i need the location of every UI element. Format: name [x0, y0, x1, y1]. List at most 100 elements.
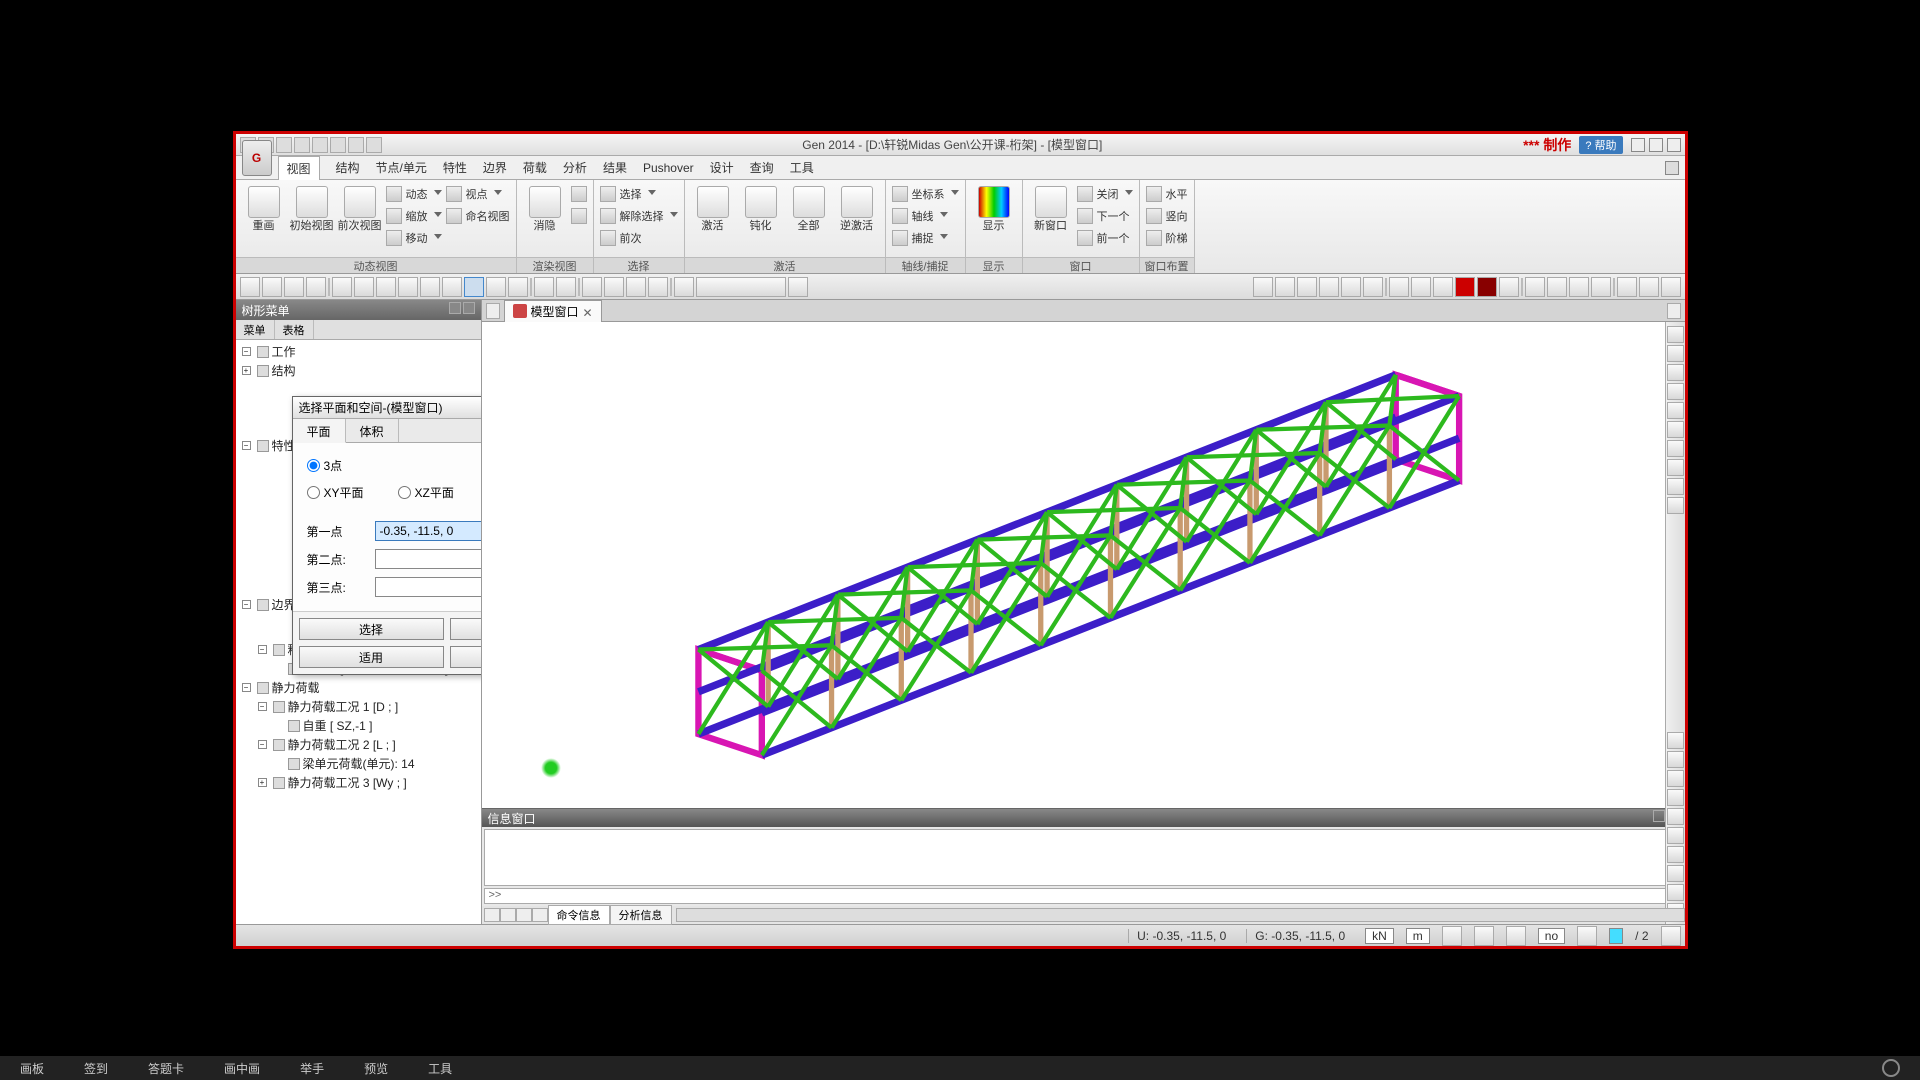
- tool-button[interactable]: [1253, 277, 1273, 297]
- tab-analysis-info[interactable]: 分析信息: [610, 905, 672, 925]
- nav-pip[interactable]: 画中画: [224, 1060, 260, 1077]
- status-button[interactable]: [1506, 926, 1526, 946]
- tree-item[interactable]: −工作: [238, 342, 479, 361]
- radio-xy[interactable]: XY平面: [307, 484, 364, 501]
- vtool-button[interactable]: [1667, 402, 1684, 419]
- vtool-button[interactable]: [1667, 383, 1684, 400]
- nav-quiz[interactable]: 答题卡: [148, 1060, 184, 1077]
- viewpoint-button[interactable]: 视点: [446, 184, 510, 204]
- tool-button[interactable]: [1499, 277, 1519, 297]
- tool-button[interactable]: [354, 277, 374, 297]
- redo-button[interactable]: [284, 277, 304, 297]
- prev-window-button[interactable]: 前一个: [1077, 228, 1133, 248]
- tree-item[interactable]: 梁单元荷载(单元): 14: [238, 754, 479, 773]
- tab-menu[interactable]: 菜单: [236, 320, 275, 339]
- tab-nav-left[interactable]: [486, 303, 500, 319]
- power-icon[interactable]: [1882, 1059, 1900, 1077]
- tool-button[interactable]: [442, 277, 462, 297]
- vtool-button[interactable]: [1667, 808, 1684, 825]
- tool-button[interactable]: [486, 277, 506, 297]
- combo-input[interactable]: [696, 277, 786, 297]
- snap-select[interactable]: no: [1538, 928, 1565, 944]
- scrollbar[interactable]: [676, 908, 1685, 922]
- model-viewport[interactable]: [482, 322, 1685, 808]
- page-input[interactable]: [1609, 928, 1623, 944]
- tool-button[interactable]: [604, 277, 624, 297]
- tool-button[interactable]: [674, 277, 694, 297]
- select-button[interactable]: 选择: [299, 618, 444, 640]
- tree-item[interactable]: 自重 [ SZ,-1 ]: [238, 716, 479, 735]
- apply-button[interactable]: 适用: [299, 646, 444, 668]
- tool-button[interactable]: [1617, 277, 1637, 297]
- tool-button[interactable]: [464, 277, 484, 297]
- named-view-button[interactable]: 命名视图: [446, 206, 510, 226]
- vtool-button[interactable]: [1667, 846, 1684, 863]
- nav-canvas[interactable]: 画板: [20, 1060, 44, 1077]
- tile-h-button[interactable]: 水平: [1146, 184, 1188, 204]
- nav-checkin[interactable]: 签到: [84, 1060, 108, 1077]
- tool-button[interactable]: [376, 277, 396, 297]
- activate-all-button[interactable]: 全部: [787, 182, 831, 232]
- inverse-activate-button[interactable]: 逆激活: [835, 182, 879, 232]
- point1-input[interactable]: [375, 521, 481, 541]
- undo-button[interactable]: [240, 277, 260, 297]
- menu-view[interactable]: 视图: [278, 156, 320, 180]
- document-tab[interactable]: 模型窗口 ✕: [504, 300, 602, 322]
- vtool-button[interactable]: [1667, 459, 1684, 476]
- tool-button[interactable]: [582, 277, 602, 297]
- menu-query[interactable]: 查询: [750, 159, 774, 176]
- tool-button[interactable]: [788, 277, 808, 297]
- qat-btn[interactable]: [312, 137, 328, 153]
- tool-button[interactable]: [1411, 277, 1431, 297]
- nav-tools[interactable]: 工具: [428, 1060, 452, 1077]
- menu-results[interactable]: 结果: [603, 159, 627, 176]
- vtool-button[interactable]: [1667, 497, 1684, 514]
- tree-view[interactable]: −工作 +结构 −特性 −边界 −释放梁端约束: 58 类型 1 [ 00001…: [236, 340, 481, 924]
- vtool-button[interactable]: [1667, 478, 1684, 495]
- tool-button[interactable]: [1639, 277, 1659, 297]
- status-button[interactable]: [1661, 926, 1681, 946]
- tool-button[interactable]: [1297, 277, 1317, 297]
- menu-pushover[interactable]: Pushover: [643, 161, 694, 175]
- pin-icon[interactable]: [1653, 810, 1665, 822]
- snap-button[interactable]: 捕捉: [892, 228, 959, 248]
- tree-item[interactable]: −静力荷载工况 1 [D ; ]: [238, 697, 479, 716]
- vtool-button[interactable]: [1667, 364, 1684, 381]
- vtool-button[interactable]: [1667, 865, 1684, 882]
- command-prompt[interactable]: >>: [484, 888, 1683, 904]
- tree-item[interactable]: −静力荷载工况 2 [L ; ]: [238, 735, 479, 754]
- nav-preview[interactable]: 预览: [364, 1060, 388, 1077]
- menu-tools[interactable]: 工具: [790, 159, 814, 176]
- close-window-button[interactable]: 关闭: [1077, 184, 1133, 204]
- tree-item[interactable]: +结构: [238, 361, 479, 380]
- lock-icon[interactable]: [1661, 277, 1681, 297]
- qat-dropdown[interactable]: [366, 137, 382, 153]
- vtool-button[interactable]: [1667, 421, 1684, 438]
- help-button[interactable]: ? 帮助: [1579, 136, 1622, 154]
- tool-button[interactable]: [332, 277, 352, 297]
- move-button[interactable]: 移动: [386, 228, 442, 248]
- vtool-button[interactable]: [1667, 770, 1684, 787]
- menu-load[interactable]: 荷载: [523, 159, 547, 176]
- menu-boundary[interactable]: 边界: [483, 159, 507, 176]
- tab-nav-last[interactable]: [532, 908, 548, 922]
- radio-xz[interactable]: XZ平面: [398, 484, 454, 501]
- grid-button[interactable]: 轴线: [892, 206, 959, 226]
- radio-3pt[interactable]: [307, 459, 320, 472]
- tool-button[interactable]: [1341, 277, 1361, 297]
- tab-nav-first[interactable]: [484, 908, 500, 922]
- tab-table[interactable]: 表格: [275, 320, 314, 339]
- tool-button[interactable]: [1591, 277, 1611, 297]
- cascade-button[interactable]: 阶梯: [1146, 228, 1188, 248]
- close-panel-icon[interactable]: [463, 302, 475, 314]
- dynamic-button[interactable]: 动态: [386, 184, 442, 204]
- vtool-button[interactable]: [1667, 751, 1684, 768]
- unit-length-select[interactable]: m: [1406, 928, 1430, 944]
- message-output[interactable]: [484, 829, 1683, 886]
- close-tab-icon[interactable]: ✕: [583, 306, 593, 316]
- qat-btn[interactable]: [348, 137, 364, 153]
- maximize-button[interactable]: [1649, 138, 1663, 152]
- vtool-button[interactable]: [1667, 440, 1684, 457]
- vtool-button[interactable]: [1667, 827, 1684, 844]
- dialog-titlebar[interactable]: 选择平面和空间-(模型窗口) ✕: [293, 397, 481, 419]
